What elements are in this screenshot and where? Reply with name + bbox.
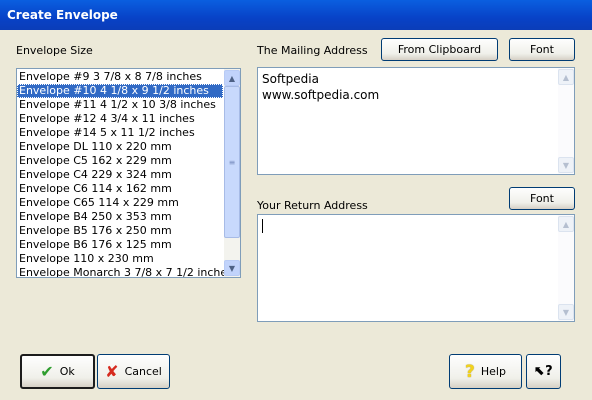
pointer-question-icon: ⬉?: [534, 364, 553, 379]
mailing-line-2: www.softpedia.com: [262, 88, 380, 102]
envelope-size-option[interactable]: Envelope 110 x 230 mm: [17, 252, 223, 266]
envelope-size-option[interactable]: Envelope C6 114 x 162 mm: [17, 182, 223, 196]
help-label: Help: [480, 365, 506, 378]
envelope-size-option[interactable]: Envelope C5 162 x 229 mm: [17, 154, 223, 168]
ok-label: Ok: [59, 365, 75, 378]
envelope-size-option[interactable]: Envelope Monarch 3 7/8 x 7 1/2 inches: [17, 266, 233, 277]
envelope-size-option[interactable]: Envelope #9 3 7/8 x 8 7/8 inches: [17, 70, 223, 84]
ok-button[interactable]: ✔ Ok: [20, 354, 95, 389]
mailing-address-text: Softpedia www.softpedia.com: [262, 71, 379, 103]
envelope-size-option[interactable]: Envelope B5 176 x 250 mm: [17, 224, 223, 238]
from-clipboard-label: From Clipboard: [397, 43, 482, 56]
envelope-size-option[interactable]: Envelope #14 5 x 11 1/2 inches: [17, 126, 223, 140]
cancel-label: Cancel: [124, 365, 162, 378]
envelope-size-option[interactable]: Envelope B4 250 x 353 mm: [17, 210, 223, 224]
return-font-button[interactable]: Font: [509, 187, 575, 210]
chevron-up-icon[interactable]: ▲: [558, 69, 574, 85]
return-scrollbar[interactable]: ▲ ▼: [558, 215, 574, 321]
cancel-button[interactable]: ✘ Cancel: [97, 354, 170, 389]
chevron-down-icon[interactable]: ▼: [558, 157, 574, 173]
text-caret: [262, 219, 263, 233]
checkmark-icon: ✔: [40, 362, 54, 381]
return-font-label: Font: [530, 192, 554, 205]
envelope-size-option[interactable]: Envelope #11 4 1/2 x 10 3/8 inches: [17, 98, 223, 112]
envelope-size-option[interactable]: Envelope C4 229 x 324 mm: [17, 168, 223, 182]
chevron-down-icon[interactable]: ▼: [558, 304, 574, 320]
envelope-size-label: Envelope Size: [16, 44, 93, 57]
scroll-thumb[interactable]: ≡: [224, 86, 240, 238]
envelope-size-option[interactable]: Envelope B6 176 x 125 mm: [17, 238, 223, 252]
chevron-down-icon[interactable]: ▼: [224, 260, 240, 276]
mailing-font-button[interactable]: Font: [509, 38, 575, 61]
from-clipboard-button[interactable]: From Clipboard: [381, 38, 498, 61]
chevron-up-icon[interactable]: ▲: [558, 216, 574, 232]
envelope-size-option[interactable]: Envelope #12 4 3/4 x 11 inches: [17, 112, 223, 126]
mailing-font-label: Font: [530, 43, 554, 56]
envelope-size-option[interactable]: Envelope DL 110 x 220 mm: [17, 140, 223, 154]
title-bar: Create Envelope: [0, 0, 592, 30]
envelope-list-scrollbar[interactable]: ▲ ≡ ▼: [224, 69, 240, 277]
whats-this-button[interactable]: ⬉?: [526, 354, 561, 389]
help-button[interactable]: ? Help: [449, 354, 522, 389]
window-title: Create Envelope: [7, 8, 118, 22]
return-address-label: Your Return Address: [257, 199, 368, 212]
question-mark-icon: ?: [465, 361, 475, 382]
envelope-size-items: Envelope #9 3 7/8 x 8 7/8 inches Envelope…: [17, 70, 233, 277]
mailing-line-1: Softpedia: [262, 72, 319, 86]
x-icon: ✘: [105, 362, 119, 381]
envelope-size-list[interactable]: Envelope #9 3 7/8 x 8 7/8 inches Envelope…: [16, 68, 241, 278]
mailing-scrollbar[interactable]: ▲ ▼: [558, 68, 574, 174]
return-address-field[interactable]: ▲ ▼: [257, 214, 575, 322]
mailing-address-label: The Mailing Address: [257, 44, 368, 57]
envelope-size-option[interactable]: Envelope C65 114 x 229 mm: [17, 196, 223, 210]
envelope-size-option[interactable]: Envelope #10 4 1/8 x 9 1/2 inches: [17, 84, 223, 98]
mailing-address-field[interactable]: Softpedia www.softpedia.com ▲ ▼: [257, 67, 575, 175]
chevron-up-icon[interactable]: ▲: [224, 70, 240, 86]
